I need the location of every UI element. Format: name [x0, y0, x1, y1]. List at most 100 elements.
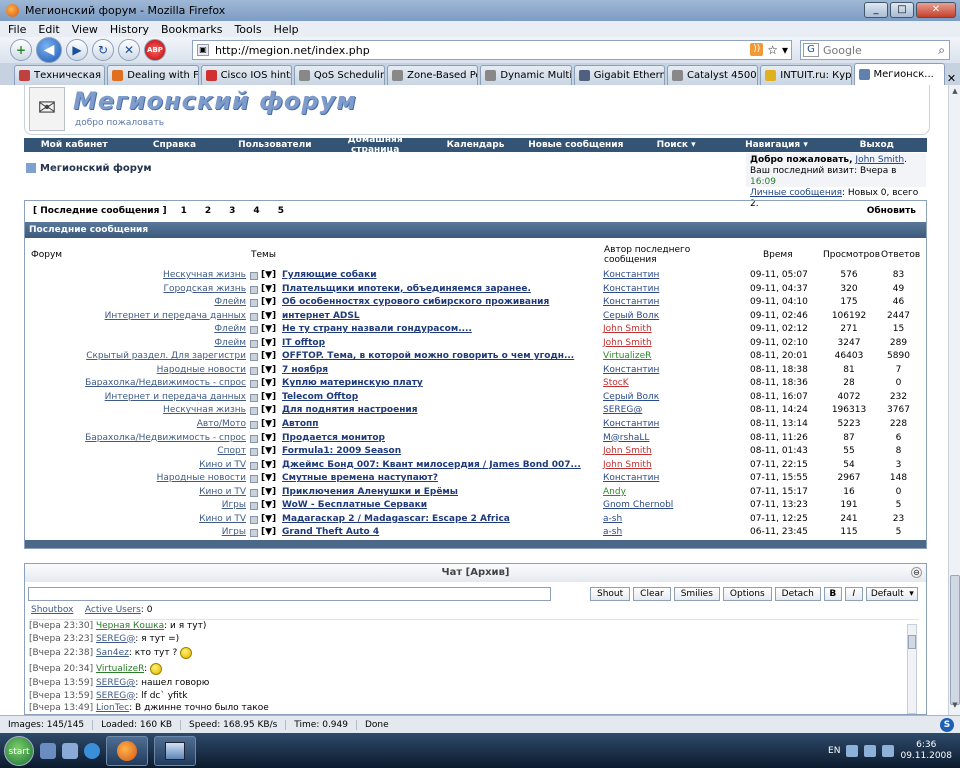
row-author-link[interactable]: Константин — [603, 472, 659, 486]
forum-name[interactable]: Мегионский форум — [40, 163, 152, 174]
topic-preview-toggle[interactable]: [▼] — [261, 499, 276, 513]
new-tab-plus-icon[interactable]: + — [10, 39, 32, 61]
chat-message-input[interactable] — [28, 587, 551, 601]
row-author-link[interactable]: Константин — [603, 296, 659, 310]
row-author-link[interactable]: Gnom Chernobl — [603, 499, 673, 513]
row-topic-link[interactable]: Куплю материнскую плату — [282, 377, 423, 391]
row-author-link[interactable]: Константин — [603, 364, 659, 378]
smilies-button[interactable]: Smilies — [673, 587, 720, 601]
chat-username[interactable]: San4ez — [96, 648, 129, 658]
topic-preview-toggle[interactable]: [▼] — [261, 269, 276, 283]
row-topic-link[interactable]: Telecom Offtop — [282, 391, 358, 405]
row-topic-link[interactable]: Приключения Аленушки и Ерёмы — [282, 486, 458, 500]
row-author-link[interactable]: Константин — [603, 283, 659, 297]
browser-tab[interactable]: Zone-Based Pol... — [387, 65, 479, 85]
row-forum-link[interactable]: Авто/Мото — [197, 418, 246, 432]
topic-preview-toggle[interactable]: [▼] — [261, 418, 276, 432]
topnav-item[interactable]: Пользователи — [225, 140, 325, 150]
row-author-link[interactable]: John Smith — [603, 459, 652, 473]
row-author-link[interactable]: John Smith — [603, 323, 652, 337]
minimize-button[interactable]: _ — [864, 2, 888, 18]
row-forum-link[interactable]: Флейм — [214, 323, 246, 337]
topic-preview-toggle[interactable]: [▼] — [261, 337, 276, 351]
topnav-item[interactable]: Навигация ▾ — [726, 140, 826, 150]
tab-shoutbox[interactable]: Shoutbox — [31, 605, 73, 615]
forum-logo-banner[interactable]: ✉ Мегионский форум добро пожаловать — [24, 85, 930, 135]
row-topic-link[interactable]: Джеймс Бонд 007: Квант милосердия / Jame… — [282, 459, 581, 473]
forward-arrow-icon[interactable]: ▶ — [66, 39, 88, 61]
language-indicator[interactable]: EN — [828, 746, 840, 756]
clear-button[interactable]: Clear — [633, 587, 671, 601]
options-button[interactable]: Options — [722, 587, 772, 601]
chat-title[interactable]: Чат [Архив] — [442, 567, 510, 578]
row-forum-link[interactable]: Кино и TV — [199, 486, 246, 500]
row-forum-link[interactable]: Нескучная жизнь — [163, 269, 246, 283]
page-link-5[interactable]: 5 — [278, 206, 284, 216]
menu-file[interactable]: File — [8, 23, 26, 36]
topnav-item[interactable]: Выход — [827, 140, 927, 150]
row-author-link[interactable]: SEREG@ — [603, 404, 642, 418]
row-forum-link[interactable]: Барахолка/Недвижимость - спрос — [85, 432, 246, 446]
detach-button[interactable]: Detach — [774, 587, 821, 601]
row-topic-link[interactable]: Продается монитор — [282, 432, 385, 446]
row-forum-link[interactable]: Нескучная жизнь — [163, 404, 246, 418]
row-forum-link[interactable]: Интернет и передача данных — [105, 310, 246, 324]
row-forum-link[interactable]: Кино и TV — [199, 513, 246, 527]
bold-button[interactable]: B — [823, 587, 842, 601]
row-author-link[interactable]: a-sh — [603, 526, 622, 540]
row-forum-link[interactable]: Городская жизнь — [163, 283, 246, 297]
chat-username[interactable]: SEREG@ — [96, 634, 135, 644]
topnav-item[interactable]: Новые сообщения — [526, 140, 626, 150]
row-topic-link[interactable]: Не ту страну назвали гондурасом.... — [282, 323, 472, 337]
menu-tools[interactable]: Tools — [234, 23, 261, 36]
row-forum-link[interactable]: Скрытый раздел. Для зарегистри — [86, 350, 246, 364]
page-scrollbar[interactable]: ▲ ▼ — [948, 85, 960, 715]
shout-button[interactable]: Shout — [590, 587, 631, 601]
topnav-item[interactable]: Календарь — [425, 140, 525, 150]
url-bar[interactable]: ▣ http://megion.net/index.php )) ☆ ▾ — [192, 40, 792, 60]
topic-preview-toggle[interactable]: [▼] — [261, 283, 276, 297]
row-topic-link[interactable]: Плательщики ипотеки, объединяемся заране… — [282, 283, 531, 297]
topic-preview-toggle[interactable]: [▼] — [261, 391, 276, 405]
back-arrow-icon[interactable]: ◀ — [36, 37, 62, 63]
topic-preview-toggle[interactable]: [▼] — [261, 296, 276, 310]
browser-tab[interactable]: Dynamic Multi... — [480, 65, 572, 85]
row-forum-link[interactable]: Игры — [222, 526, 246, 540]
taskbar-firefox-button[interactable] — [106, 735, 148, 766]
topnav-item[interactable]: Мой кабинет — [24, 140, 124, 150]
chat-scrollbar[interactable] — [907, 624, 917, 714]
row-topic-link[interactable]: Об особенностях сурового сибирского прож… — [282, 296, 549, 310]
url-text[interactable]: http://megion.net/index.php — [215, 44, 370, 57]
row-topic-link[interactable]: IT offtop — [282, 337, 325, 351]
row-topic-link[interactable]: Grand Theft Auto 4 — [282, 526, 379, 540]
row-topic-link[interactable]: интернет ADSL — [282, 310, 360, 324]
page-scrollbar-thumb[interactable] — [950, 575, 960, 705]
topic-preview-toggle[interactable]: [▼] — [261, 404, 276, 418]
topnav-item[interactable]: Поиск ▾ — [626, 140, 726, 150]
browser-tab[interactable]: Gigabit Etherne... — [573, 65, 665, 85]
topic-preview-toggle[interactable]: [▼] — [261, 459, 276, 473]
internet-explorer-icon[interactable] — [84, 742, 100, 759]
close-tab-icon[interactable]: ✕ — [947, 72, 960, 85]
row-topic-link[interactable]: WoW - Бесплатные Серваки — [282, 499, 427, 513]
row-topic-link[interactable]: Автопп — [282, 418, 319, 432]
row-forum-link[interactable]: Кино и TV — [199, 459, 246, 473]
row-forum-link[interactable]: Барахолка/Недвижимость - спрос — [85, 377, 246, 391]
row-author-link[interactable]: VirtualizeR — [603, 350, 651, 364]
row-author-link[interactable]: Константин — [603, 418, 659, 432]
switch-windows-icon[interactable] — [62, 742, 78, 759]
row-forum-link[interactable]: Игры — [222, 499, 246, 513]
topic-preview-toggle[interactable]: [▼] — [261, 472, 276, 486]
row-author-link[interactable]: Серый Волк — [603, 310, 659, 324]
row-author-link[interactable]: StocK — [603, 377, 629, 391]
topnav-item[interactable]: Справка — [124, 140, 224, 150]
topnav-item[interactable]: Домашняя страница — [325, 135, 425, 155]
chat-username[interactable]: LionTec — [96, 703, 129, 713]
bookmark-star-icon[interactable]: ☆ — [767, 43, 778, 57]
chat-username[interactable]: VirtualizeR — [96, 664, 144, 674]
page-link-4[interactable]: 4 — [253, 206, 259, 216]
close-button[interactable]: ✕ — [916, 2, 956, 18]
welcome-user-link[interactable]: John Smith — [855, 155, 904, 165]
browser-tab[interactable]: Cisco IOS hints ... — [200, 65, 292, 85]
reload-icon[interactable]: ↻ — [92, 39, 114, 61]
